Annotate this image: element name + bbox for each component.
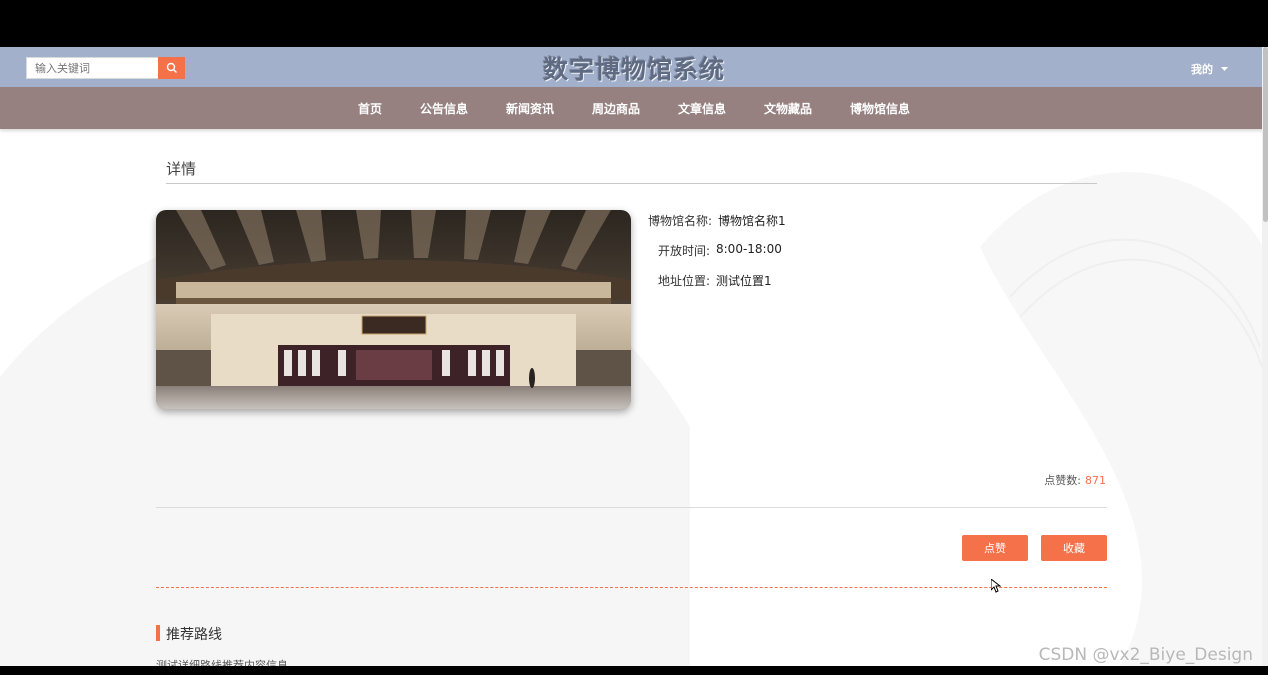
info-value-address: 测试位置1: [716, 274, 772, 288]
main-nav: 首页 公告信息 新闻资讯 周边商品 文章信息 文物藏品 博物馆信息: [0, 87, 1268, 129]
info-row-name: 博物馆名称: 博物馆名称1: [640, 212, 786, 229]
top-header: 数字博物馆系统 我的: [0, 47, 1268, 87]
favorite-button[interactable]: 收藏: [1041, 535, 1107, 561]
info-label-address: 地址位置:: [657, 274, 710, 288]
nav-news[interactable]: 新闻资讯: [506, 100, 554, 117]
nav-home[interactable]: 首页: [358, 100, 382, 117]
info-value-hours: 8:00-18:00: [716, 242, 782, 256]
dashed-divider: [156, 587, 1107, 588]
likes-count: 871: [1085, 474, 1106, 487]
nav-relics[interactable]: 文物藏品: [764, 100, 812, 117]
nav-articles[interactable]: 文章信息: [678, 100, 726, 117]
likes-counter: 点赞数: 871: [1044, 472, 1106, 488]
page-viewport: 数字博物馆系统 我的 首页 公告信息 新闻资讯 周边商品 文章信息 文物藏品 博…: [0, 47, 1268, 666]
route-content: 测试详细路线推荐内容信息: [156, 659, 288, 666]
museum-image: [156, 210, 631, 409]
route-title: 推荐路线: [166, 627, 222, 643]
info-value-name: 博物馆名称1: [718, 214, 786, 228]
watermark: CSDN @vx2_Biye_Design: [1038, 645, 1253, 665]
mouse-cursor-icon: [991, 579, 1001, 593]
user-menu-label: 我的: [1191, 63, 1213, 76]
route-accent-bar: [156, 625, 160, 641]
caret-down-icon: [1221, 66, 1228, 71]
site-title: 数字博物馆系统: [542, 55, 725, 84]
like-button[interactable]: 点赞: [962, 535, 1028, 561]
scrollbar-thumb[interactable]: [1263, 47, 1268, 222]
likes-label: 点赞数:: [1044, 474, 1081, 487]
info-label-hours: 开放时间:: [657, 244, 710, 258]
user-menu[interactable]: 我的: [1191, 61, 1228, 77]
title-divider: [166, 183, 1097, 184]
nav-museum-info[interactable]: 博物馆信息: [850, 100, 910, 117]
section-title: 详情: [166, 160, 197, 178]
info-row-address: 地址位置: 测试位置1: [640, 272, 772, 289]
content-divider: [156, 507, 1107, 508]
info-row-hours: 开放时间: 8:00-18:00: [640, 242, 782, 259]
page-scrollbar[interactable]: [1262, 47, 1268, 666]
info-label-name: 博物馆名称:: [647, 214, 712, 228]
nav-merchandise[interactable]: 周边商品: [592, 100, 640, 117]
nav-announcements[interactable]: 公告信息: [420, 100, 468, 117]
